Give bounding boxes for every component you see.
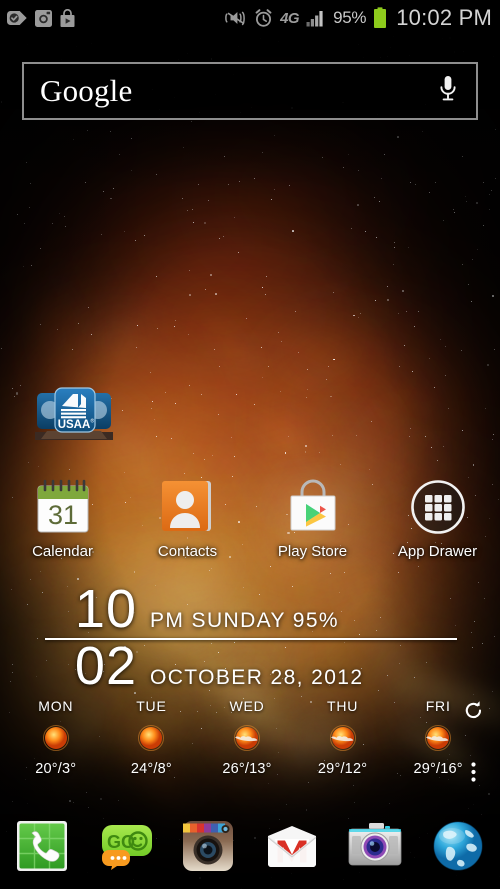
signal-bars-icon	[306, 10, 323, 26]
weather-day-temps: 29°/12°	[317, 761, 368, 777]
sunny-icon	[40, 722, 72, 754]
play-store-icon	[284, 478, 342, 536]
weather-day-temps: 26°/13°	[222, 761, 272, 777]
battery-icon	[374, 7, 387, 28]
play-store-bag-icon	[60, 8, 75, 27]
alarm-clock-icon	[255, 8, 272, 27]
clock-minute: 02	[74, 635, 137, 696]
app-calendar[interactable]: 31 Calendar	[0, 478, 125, 570]
app-label-play-store: Play Store	[277, 543, 348, 560]
refresh-icon[interactable]	[463, 700, 484, 726]
weather-day-temps: 24°/8°	[130, 761, 172, 777]
clock-date: OCTOBER 28, 2012	[150, 665, 364, 689]
weather-day-label: MON	[38, 698, 74, 714]
clock-meta-line: PM SUNDAY 95%	[150, 609, 339, 632]
app-drawer[interactable]: App Drawer	[375, 478, 500, 570]
status-bar[interactable]: 4G 95% 10:02 PM	[0, 0, 500, 36]
browser-globe-icon	[428, 816, 488, 876]
microphone-icon[interactable]	[438, 74, 458, 109]
dock-app-gmail[interactable]	[250, 816, 333, 876]
svg-text:®: ®	[91, 418, 95, 425]
app-drawer-icon	[409, 478, 467, 536]
sunny-icon	[135, 722, 167, 754]
clock-widget[interactable]: 10 PM SUNDAY 95% 02 OCTOBER 28, 2012	[45, 579, 457, 696]
clock-minute-row: 02 OCTOBER 28, 2012	[45, 635, 457, 696]
weather-day-temps: 20°/3°	[35, 761, 77, 777]
app-label-calendar: Calendar	[32, 543, 93, 560]
folder-usaa[interactable]: USAA ®	[33, 386, 115, 442]
dock-app-camera[interactable]	[333, 816, 416, 876]
go-sms-icon: GO	[95, 816, 155, 876]
contacts-icon	[159, 478, 217, 536]
weather-widget[interactable]: MON 20°/3° TUE 24°/8° WED 26°/13° THU 29…	[0, 698, 500, 782]
dock-app-phone[interactable]	[0, 816, 83, 876]
folder-label: USAA	[58, 419, 91, 431]
tag-check-icon	[7, 11, 27, 25]
clock-hour: 10	[74, 579, 137, 639]
weather-day-wed[interactable]: WED 26°/13°	[199, 698, 295, 777]
weather-day-mon[interactable]: MON 20°/3°	[8, 698, 104, 777]
home-app-row: 31 Calendar Contacts Play Store App Draw…	[0, 478, 500, 570]
weather-forecast-row: MON 20°/3° TUE 24°/8° WED 26°/13° THU 29…	[0, 698, 500, 777]
camera-icon	[345, 816, 405, 876]
google-logo-text: Google	[40, 73, 133, 108]
app-label-app-drawer: App Drawer	[397, 543, 478, 560]
instagram-icon	[178, 816, 238, 876]
status-bar-clock: 10:02 PM	[396, 5, 492, 30]
weather-day-label: TUE	[136, 698, 167, 714]
calendar-icon: 31	[34, 478, 92, 536]
weather-day-label: WED	[229, 698, 265, 714]
weather-day-temps: 29°/16°	[413, 761, 463, 777]
overflow-menu-icon[interactable]	[471, 762, 476, 787]
status-bar-system-icons[interactable]: 4G 95% 10:02 PM	[225, 5, 492, 31]
weather-day-tue[interactable]: TUE 24°/8°	[104, 698, 200, 777]
app-label-contacts: Contacts	[157, 543, 218, 560]
partly-cloudy-icon	[422, 722, 454, 754]
vibrate-mute-icon	[225, 11, 245, 26]
weather-day-label: FRI	[425, 698, 451, 714]
dock-app-browser[interactable]	[417, 816, 500, 876]
battery-percent-label: 95%	[333, 8, 367, 27]
phone-icon	[12, 816, 72, 876]
instagram-icon	[35, 9, 52, 27]
dock: GO	[0, 807, 500, 885]
app-play-store[interactable]: Play Store	[250, 478, 375, 570]
calendar-date-number: 31	[47, 500, 77, 530]
partly-cloudy-icon	[327, 722, 359, 754]
clock-hour-row: 10 PM SUNDAY 95%	[45, 579, 457, 639]
weather-day-label: THU	[326, 698, 359, 714]
weather-day-thu[interactable]: THU 29°/12°	[295, 698, 391, 777]
partly-cloudy-icon	[231, 722, 263, 754]
network-4g-icon: 4G	[280, 9, 300, 27]
dock-app-instagram[interactable]	[167, 816, 250, 876]
status-bar-notifications[interactable]	[6, 8, 76, 28]
gmail-icon	[262, 816, 322, 876]
dock-app-go-sms[interactable]: GO	[83, 816, 166, 876]
google-search-widget[interactable]: Google	[22, 62, 478, 120]
app-contacts[interactable]: Contacts	[125, 478, 250, 570]
